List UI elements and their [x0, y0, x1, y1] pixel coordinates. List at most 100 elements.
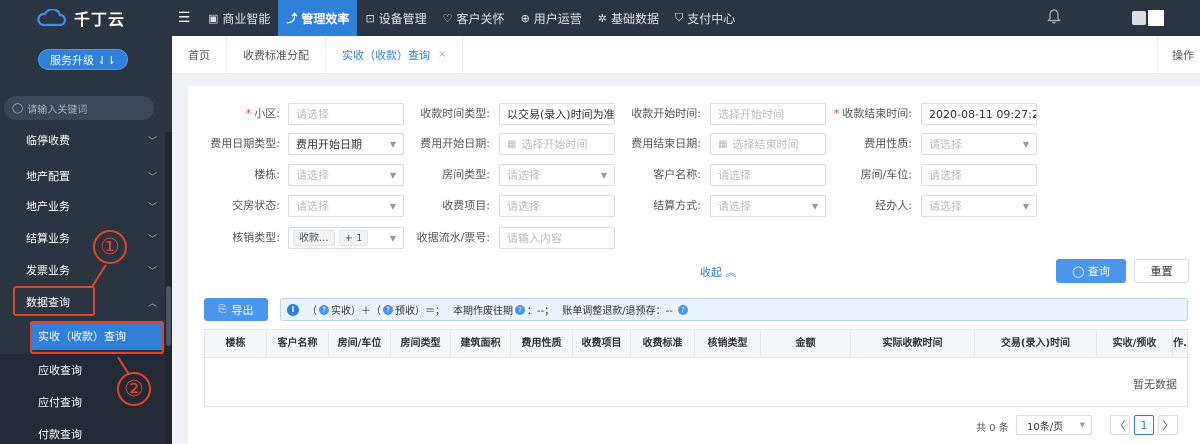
sidebar-item[interactable]: 发票业务 ﹀ — [0, 254, 165, 286]
filter-label: 经办人: — [812, 195, 912, 217]
sidebar-item[interactable]: 结算业务 ﹀ — [0, 222, 165, 254]
user-menu[interactable] — [1104, 0, 1200, 36]
topnav-item[interactable]: ⊕ 用户运营 — [513, 0, 590, 36]
help-icon[interactable]: ? — [515, 304, 525, 315]
topnav-item[interactable]: ⤴ 管理效率 — [278, 0, 358, 36]
reset-button[interactable]: 重置 — [1134, 259, 1189, 283]
topnav-item[interactable]: ⊡ 设备管理 — [357, 0, 434, 36]
filter-input[interactable]: 请选择 ▼ — [921, 133, 1037, 155]
filter-label-text: 客户名称: — [653, 168, 701, 181]
page-tab[interactable]: 收费标准分配 — [227, 35, 326, 74]
filter-label: 费用开始日期: — [390, 133, 490, 155]
filter-input[interactable]: 请选择 — [288, 103, 404, 125]
filter-label: 收款时间类型: — [390, 103, 490, 125]
page-tab-label: 实收（收款）查询 — [342, 48, 430, 62]
filter-label-text: 费用结束日期: — [631, 137, 701, 150]
close-icon[interactable]: × — [438, 49, 446, 60]
filter-input[interactable]: 费用开始日期 ▼ — [288, 133, 404, 155]
filter-label-text: 收费项目: — [442, 199, 490, 212]
sidebar-item[interactable]: 地产业务 ﹀ — [0, 190, 165, 222]
top-bar: 千丁云 ☰ ▣ 商业智能 ⤴ 管理效率 ⊡ 设备管理 ♡ 客户关怀 ⊕ 用户运营 ✲ 基础数据 ⛉ 支付中… — [0, 0, 1200, 36]
tab-operations-button[interactable]: 操作 — [1157, 35, 1200, 74]
chevron-down-icon: ▼ — [1022, 139, 1029, 149]
help-icon[interactable]: ? — [319, 304, 329, 315]
logo[interactable]: 千丁云 — [0, 0, 172, 36]
info-icon: i — [287, 303, 299, 316]
topnav-item-label: 商业智能 — [222, 11, 271, 26]
filter-input[interactable]: 请选择 ▼ — [499, 164, 615, 186]
input-placeholder: 选择开始时间 — [718, 108, 784, 121]
filter-input[interactable]: 选择开始时间 — [710, 103, 826, 125]
help-icon[interactable]: ? — [677, 304, 688, 315]
sidebar-item-label: 临停收费 — [26, 134, 70, 147]
filter-label: 客户名称: — [601, 164, 701, 186]
filter-input[interactable]: 收款... + 1 ▼ — [288, 227, 404, 249]
topnav-item-label: 用户运营 — [533, 11, 582, 26]
annotation-box-receipt-query — [30, 321, 164, 354]
table-column-header: 实际收款时间 — [851, 330, 975, 358]
query-button[interactable]: ◯ 查询 — [1056, 259, 1126, 283]
page-tab[interactable]: 实收（收款）查询 × — [326, 35, 464, 74]
filter-input[interactable]: 请选择 ▼ — [288, 164, 404, 186]
filter-input[interactable]: 以交易(录入)时间为准 — [499, 103, 615, 125]
sidebar-scrollbar-thumb[interactable] — [166, 286, 171, 346]
filter-label-text: 收款开始时间: — [631, 107, 701, 120]
empty-state-text: 暂无数据 — [1133, 378, 1177, 391]
selected-tag: 收款... — [293, 230, 335, 246]
upgrade-service-button[interactable]: 服务升级 ⇃⇂ — [38, 49, 128, 70]
filter-label: * 小区: — [180, 103, 280, 125]
filter-label: 收费项目: — [390, 195, 490, 217]
sidebar-item[interactable]: 地产配置 ﹀ — [0, 160, 165, 192]
filter-input[interactable]: 2020-08-11 09:27:24 — [921, 103, 1037, 125]
page-number-button[interactable]: 1 — [1134, 415, 1154, 435]
export-button[interactable]: ⎘ 导出 — [204, 298, 268, 321]
sidebar-item[interactable]: 临停收费 ﹀ — [0, 124, 165, 156]
help-icon[interactable]: ? — [383, 304, 393, 315]
input-placeholder: 请选择 — [507, 169, 540, 182]
info-zuofei-value: ：--； — [527, 306, 555, 317]
sidebar-subitem[interactable]: 付款查询 — [0, 418, 165, 444]
shield-icon: ⛉ — [675, 11, 684, 24]
page-size-value: 10条/页 — [1027, 421, 1064, 433]
input-placeholder: 请选择 — [507, 200, 540, 213]
filter-input[interactable]: 请选择 ▼ — [288, 195, 404, 217]
topnav-item[interactable]: ▣ 商业智能 — [200, 0, 278, 36]
menu-toggle-icon[interactable]: ☰ — [174, 10, 194, 26]
page-tab[interactable]: 首页 — [172, 35, 227, 74]
filter-label-text: 费用开始日期: — [420, 137, 490, 150]
sidebar-item-label: 地产业务 — [26, 200, 70, 213]
topnav-item-label: 基础数据 — [611, 11, 660, 26]
result-table: 楼栋 客户名称 房间/车位 房间类型 建筑面积 费用性质 收费项目 收费标准 核销类型 金额 实际收… — [204, 329, 1188, 407]
sidebar-search-input[interactable]: ◯ 请输入关键词 — [4, 96, 154, 120]
filter-label: 房间类型: — [390, 164, 490, 186]
input-value: 以交易(录入)时间为准 — [507, 108, 615, 121]
filter-input[interactable]: 请选择 — [921, 164, 1037, 186]
filter-input[interactable]: ▦ 选择结束时间 — [710, 133, 826, 155]
next-page-button[interactable]: 〉 — [1158, 415, 1178, 435]
filter-input[interactable]: 请选择 ▼ — [710, 195, 826, 217]
topnav-item[interactable]: ♡ 客户关怀 — [435, 0, 513, 36]
query-panel: * 小区: 请选择 收款时间类型: 以交易(录入)时间为准 收款开始时间: 选择开始时间 * 收… — [188, 86, 1200, 444]
table-column-header: 建筑面积 — [451, 330, 511, 358]
page-tab-label: 首页 — [188, 48, 210, 62]
prev-page-button[interactable]: 〈 — [1110, 415, 1130, 435]
filter-input[interactable]: 请选择 — [710, 164, 826, 186]
page-size-select[interactable]: 10条/页 ▼ — [1016, 415, 1092, 435]
topnav-item[interactable]: ✲ 基础数据 — [590, 0, 667, 36]
page-tabs: 首页 收费标准分配 实收（收款）查询 × 操作 — [172, 35, 1200, 74]
filter-label-text: 房间/车位: — [860, 168, 912, 181]
filter-input[interactable]: 请输入内容 — [499, 227, 615, 249]
filter-label: 费用结束日期: — [601, 133, 701, 155]
filter-input[interactable]: 请选择 ▼ — [921, 195, 1037, 217]
filter-label-text: 小区: — [254, 107, 280, 120]
filter-input[interactable]: ▦ 选择开始时间 — [499, 133, 615, 155]
input-placeholder: 请选择 — [718, 200, 751, 213]
filter-input[interactable]: 请选择 — [499, 195, 615, 217]
input-value: 2020-08-11 09:27:24 — [929, 107, 1037, 121]
chevron-down-icon: ﹀ — [147, 136, 157, 147]
table-column-header: 房间类型 — [391, 330, 451, 358]
collapse-filters-link[interactable]: 收起 ︽ — [700, 264, 737, 280]
bell-icon[interactable] — [1044, 8, 1064, 28]
gear-icon: ✲ — [597, 11, 608, 25]
topnav-item[interactable]: ⛉ 支付中心 — [667, 0, 743, 36]
